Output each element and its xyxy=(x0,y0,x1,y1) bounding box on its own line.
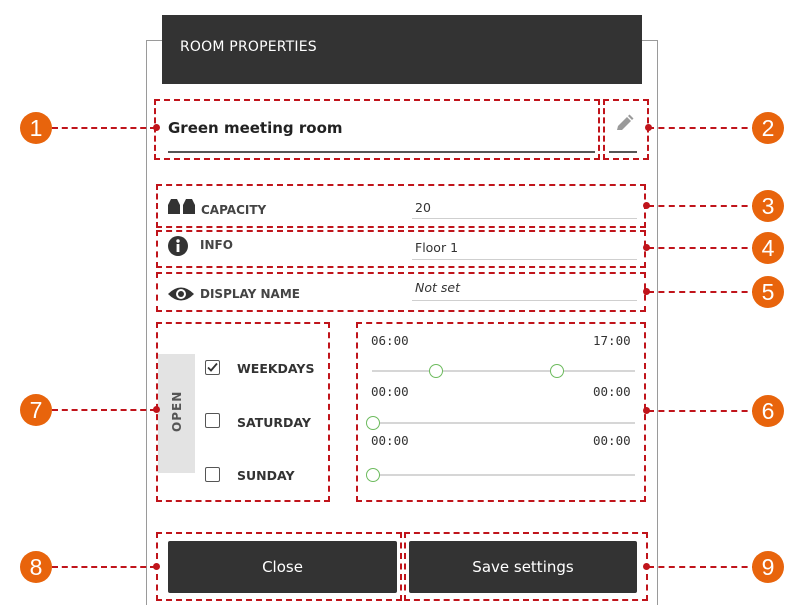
callout-dot-3 xyxy=(643,202,650,209)
callout-line-7 xyxy=(52,409,156,411)
info-input[interactable]: Floor 1 xyxy=(415,240,458,255)
callout-line-3 xyxy=(648,205,758,207)
pencil-icon xyxy=(617,114,634,130)
room-name-field[interactable]: Green meeting room xyxy=(168,119,343,137)
sunday-start-time: 00:00 xyxy=(371,433,409,448)
dialog-frame-left xyxy=(146,40,147,605)
info-label: INFO xyxy=(200,238,233,252)
display-name-label: DISPLAY NAME xyxy=(200,287,300,301)
saturday-end-time: 00:00 xyxy=(593,384,631,399)
callout-badge-6: 6 xyxy=(752,395,784,427)
callout-dot-6 xyxy=(643,407,650,414)
callout-line-1 xyxy=(52,127,156,129)
callout-line-9 xyxy=(648,566,758,568)
callout-line-8 xyxy=(52,566,156,568)
weekdays-slider-track[interactable] xyxy=(372,370,635,372)
saturday-start-time: 00:00 xyxy=(371,384,409,399)
edit-button[interactable] xyxy=(613,113,635,135)
room-name-underline xyxy=(168,151,595,153)
dialog-header: ROOM PROPERTIES xyxy=(162,15,642,84)
display-name-input[interactable]: Not set xyxy=(415,280,460,295)
save-settings-button[interactable]: Save settings xyxy=(409,541,637,593)
capacity-icon xyxy=(168,199,196,214)
close-button[interactable]: Close xyxy=(168,541,397,593)
capacity-label: CAPACITY xyxy=(201,203,267,217)
callout-line-6 xyxy=(648,410,758,412)
callout-dot-2 xyxy=(645,124,652,131)
callout-dot-1 xyxy=(153,124,160,131)
callout-dot-8 xyxy=(153,563,160,570)
sunday-checkbox[interactable] xyxy=(205,467,220,482)
dialog-frame-top-left xyxy=(146,40,162,41)
callout-badge-7: 7 xyxy=(20,394,52,426)
callout-badge-9: 9 xyxy=(752,551,784,583)
callout-badge-2: 2 xyxy=(752,112,784,144)
callout-dot-5 xyxy=(643,288,650,295)
edit-underline xyxy=(609,151,637,153)
sunday-end-time: 00:00 xyxy=(593,433,631,448)
weekdays-label: WEEKDAYS xyxy=(237,361,315,376)
callout-dot-7 xyxy=(153,406,160,413)
callout-badge-1: 1 xyxy=(20,112,52,144)
saturday-checkbox[interactable] xyxy=(205,413,220,428)
checkmark-icon xyxy=(207,362,218,372)
sunday-label: SUNDAY xyxy=(237,468,295,483)
weekdays-checkbox[interactable] xyxy=(205,360,220,375)
callout-badge-3: 3 xyxy=(752,190,784,222)
callout-dot-9 xyxy=(643,563,650,570)
dialog-title: ROOM PROPERTIES xyxy=(180,39,317,55)
capacity-underline xyxy=(412,218,637,219)
weekdays-end-handle[interactable] xyxy=(550,364,564,378)
capacity-input[interactable]: 20 xyxy=(415,200,431,215)
callout-badge-5: 5 xyxy=(752,276,784,308)
callout-dot-4 xyxy=(643,244,650,251)
callout-line-5 xyxy=(648,291,758,293)
weekdays-start-handle[interactable] xyxy=(429,364,443,378)
open-tab-label: OPEN xyxy=(170,390,184,432)
callout-badge-8: 8 xyxy=(20,551,52,583)
callout-badge-4: 4 xyxy=(752,232,784,264)
eye-icon xyxy=(167,285,195,303)
saturday-handle[interactable] xyxy=(366,416,380,430)
callout-line-4 xyxy=(648,247,758,249)
sunday-handle[interactable] xyxy=(366,468,380,482)
sunday-slider-track[interactable] xyxy=(372,474,635,476)
weekdays-start-time: 06:00 xyxy=(371,333,409,348)
dialog-frame-top-right xyxy=(642,40,658,41)
weekdays-end-time: 17:00 xyxy=(593,333,631,348)
callout-line-2 xyxy=(648,127,758,129)
saturday-slider-track[interactable] xyxy=(372,422,635,424)
saturday-label: SATURDAY xyxy=(237,415,311,430)
dialog-frame-right xyxy=(657,40,658,605)
info-icon xyxy=(167,235,189,257)
info-underline xyxy=(412,259,637,260)
display-name-underline xyxy=(412,300,637,301)
